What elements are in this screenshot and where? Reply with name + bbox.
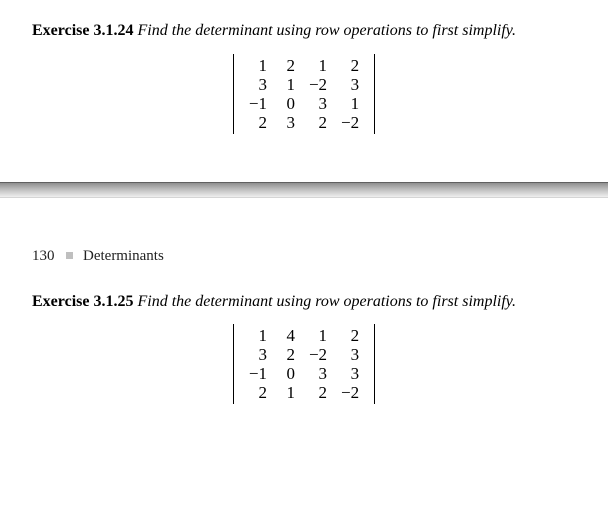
matrix-cell: 3 [334,345,366,364]
exercise-3-1-24: Exercise 3.1.24 Find the determinant usi… [32,20,576,42]
exercise-3-1-25: Exercise 3.1.25 Find the determinant usi… [32,291,576,313]
matrix-cell: 2 [334,56,366,75]
determinant-matrix-2: 1 4 1 2 3 2 −2 3 −1 0 3 3 [32,324,576,404]
matrix-cell: 2 [242,383,274,402]
matrix-cell: 1 [302,326,334,345]
matrix-cell: 2 [274,345,302,364]
table-row: 1 2 1 2 [242,56,366,75]
table-row: 3 2 −2 3 [242,345,366,364]
table-row: 2 3 2 −2 [242,113,366,132]
matrix-cell: 3 [302,94,334,113]
matrix-cell: 3 [274,113,302,132]
determinant-bars: 1 2 1 2 3 1 −2 3 −1 0 3 1 [233,54,375,134]
matrix-cell: 1 [274,75,302,94]
exercise-label: Exercise 3.1.25 [32,293,133,310]
matrix-cell: 3 [242,345,274,364]
matrix-table: 1 4 1 2 3 2 −2 3 −1 0 3 3 [242,326,366,402]
table-row: 2 1 2 −2 [242,383,366,402]
matrix-cell: 3 [242,75,274,94]
matrix-cell: −2 [334,383,366,402]
matrix-cell: 1 [302,56,334,75]
exercise-prompt: Find the determinant using row operation… [137,22,516,39]
matrix-cell: 2 [242,113,274,132]
matrix-cell: 1 [242,326,274,345]
matrix-cell: −1 [242,94,274,113]
matrix-cell: −2 [302,75,334,94]
table-row: −1 0 3 3 [242,364,366,383]
page-number: 130 [32,248,55,264]
table-row: −1 0 3 1 [242,94,366,113]
matrix-cell: 3 [334,75,366,94]
running-header: 130 Determinants [32,248,576,265]
matrix-cell: −2 [334,113,366,132]
matrix-cell: 1 [334,94,366,113]
table-row: 3 1 −2 3 [242,75,366,94]
matrix-cell: 1 [274,383,302,402]
determinant-bars: 1 4 1 2 3 2 −2 3 −1 0 3 3 [233,324,375,404]
square-bullet-icon [66,252,73,259]
page-upper: Exercise 3.1.24 Find the determinant usi… [0,0,608,182]
matrix-cell: 2 [302,113,334,132]
page-lower: 130 Determinants Exercise 3.1.25 Find th… [0,198,608,453]
matrix-cell: 3 [334,364,366,383]
exercise-label: Exercise 3.1.24 [32,22,133,39]
matrix-cell: 1 [242,56,274,75]
page-break [0,182,608,198]
exercise-prompt: Find the determinant using row operation… [137,293,516,310]
matrix-cell: 0 [274,364,302,383]
matrix-cell: 3 [302,364,334,383]
matrix-cell: 2 [302,383,334,402]
matrix-cell: 2 [274,56,302,75]
matrix-cell: 0 [274,94,302,113]
matrix-table: 1 2 1 2 3 1 −2 3 −1 0 3 1 [242,56,366,132]
table-row: 1 4 1 2 [242,326,366,345]
matrix-cell: 4 [274,326,302,345]
matrix-cell: −2 [302,345,334,364]
matrix-cell: 2 [334,326,366,345]
determinant-matrix-1: 1 2 1 2 3 1 −2 3 −1 0 3 1 [32,54,576,134]
section-title: Determinants [83,248,164,264]
matrix-cell: −1 [242,364,274,383]
